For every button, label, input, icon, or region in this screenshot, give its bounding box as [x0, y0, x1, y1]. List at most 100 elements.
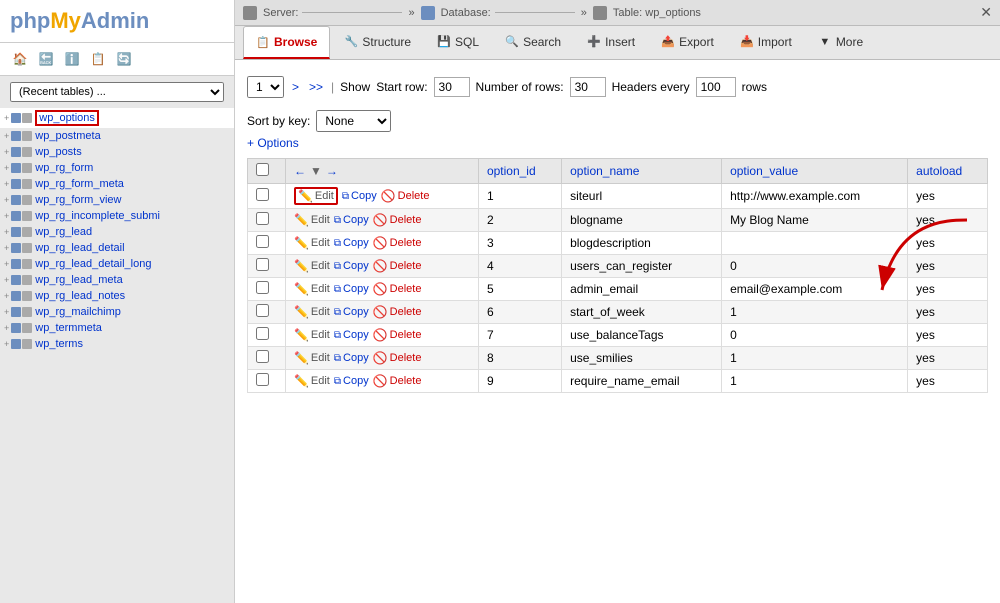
recent-tables-select[interactable]: (Recent tables) ...: [10, 82, 224, 102]
delete-button-2[interactable]: 🚫 Delete: [373, 213, 422, 227]
table-link-wp_rg_form_meta[interactable]: wp_rg_form_meta: [35, 178, 124, 190]
sidebar-item-wp_rg_lead_detail_long[interactable]: + wp_rg_lead_detail_long: [0, 256, 234, 272]
col-header-option-value[interactable]: option_value: [722, 159, 908, 184]
edit-button-1[interactable]: ✏️ Edit: [294, 187, 338, 205]
row-select-5[interactable]: [256, 281, 269, 294]
sidebar-item-wp_rg_form_view[interactable]: + wp_rg_form_view: [0, 192, 234, 208]
copy-button-3[interactable]: ⧉ Copy: [334, 237, 369, 249]
table-link-wp_termmeta[interactable]: wp_termmeta: [35, 322, 102, 334]
show-label: Show: [340, 80, 370, 94]
tab-structure[interactable]: 🔧 Structure: [332, 27, 423, 59]
copy-button-4[interactable]: ⧉ Copy: [334, 260, 369, 272]
table-link-wp_postmeta[interactable]: wp_postmeta: [35, 130, 100, 142]
edit-button-7[interactable]: ✏️ Edit: [294, 328, 330, 342]
sidebar-item-wp_terms[interactable]: + wp_terms: [0, 336, 234, 352]
sidebar-item-wp_rg_lead_detail[interactable]: + wp_rg_lead_detail: [0, 240, 234, 256]
sort-select[interactable]: None: [316, 110, 391, 132]
info-icon[interactable]: ℹ️: [62, 49, 82, 69]
delete-button-4[interactable]: 🚫 Delete: [373, 259, 422, 273]
table-link-wp_rg_lead_notes[interactable]: wp_rg_lead_notes: [35, 290, 125, 302]
table-link-wp_rg_lead_detail_long[interactable]: wp_rg_lead_detail_long: [35, 258, 151, 270]
copy-button-9[interactable]: ⧉ Copy: [334, 375, 369, 387]
sidebar-item-wp_posts[interactable]: + wp_posts: [0, 144, 234, 160]
refresh-icon[interactable]: 🔄: [114, 49, 134, 69]
edit-button-6[interactable]: ✏️ Edit: [294, 305, 330, 319]
tab-browse[interactable]: 📋 Browse: [243, 26, 330, 59]
copy-icon[interactable]: 📋: [88, 49, 108, 69]
sidebar-item-wp_postmeta[interactable]: + wp_postmeta: [0, 128, 234, 144]
edit-button-5[interactable]: ✏️ Edit: [294, 282, 330, 296]
col-sort-icon[interactable]: ▼: [310, 164, 322, 178]
copy-icon-btn-2: ⧉: [334, 215, 341, 226]
sidebar-item-wp_rg_lead_meta[interactable]: + wp_rg_lead_meta: [0, 272, 234, 288]
row-select-9[interactable]: [256, 373, 269, 386]
tab-sql[interactable]: 💾 SQL: [425, 27, 491, 59]
recent-tables-dropdown[interactable]: (Recent tables) ...: [10, 82, 224, 102]
copy-button-6[interactable]: ⧉ Copy: [334, 306, 369, 318]
select-all-checkbox[interactable]: [256, 163, 269, 176]
close-button[interactable]: ✕: [980, 4, 992, 21]
delete-button-6[interactable]: 🚫 Delete: [373, 305, 422, 319]
copy-button-2[interactable]: ⧉ Copy: [334, 214, 369, 226]
tab-export[interactable]: 📤 Export: [649, 27, 726, 59]
copy-button-7[interactable]: ⧉ Copy: [334, 329, 369, 341]
page-select[interactable]: 1: [247, 76, 284, 98]
sidebar-item-wp_rg_mailchimp[interactable]: + wp_rg_mailchimp: [0, 304, 234, 320]
sidebar-item-wp_rg_lead[interactable]: + wp_rg_lead: [0, 224, 234, 240]
tab-more[interactable]: ▼ More: [806, 27, 875, 59]
edit-button-3[interactable]: ✏️ Edit: [294, 236, 330, 250]
edit-button-2[interactable]: ✏️ Edit: [294, 213, 330, 227]
row-select-1[interactable]: [256, 188, 269, 201]
table-link-wp_posts[interactable]: wp_posts: [35, 146, 81, 158]
col-header-autoload[interactable]: autoload: [908, 159, 988, 184]
sidebar-item-wp_rg_lead_notes[interactable]: + wp_rg_lead_notes: [0, 288, 234, 304]
delete-button-8[interactable]: 🚫 Delete: [373, 351, 422, 365]
sidebar-item-wp_options[interactable]: + wp_options: [0, 108, 234, 128]
row-select-4[interactable]: [256, 258, 269, 271]
nav-next-button[interactable]: >: [290, 80, 301, 94]
table-link-wp_rg_form_view[interactable]: wp_rg_form_view: [35, 194, 121, 206]
tab-import[interactable]: 📥 Import: [728, 27, 804, 59]
table-link-wp_rg_lead_detail[interactable]: wp_rg_lead_detail: [35, 242, 124, 254]
copy-button-1[interactable]: ⧉ Copy: [342, 190, 377, 202]
sidebar-item-wp_termmeta[interactable]: + wp_termmeta: [0, 320, 234, 336]
nav-last-button[interactable]: >>: [307, 80, 325, 94]
home-icon[interactable]: 🏠: [10, 49, 30, 69]
table-link-wp_options[interactable]: wp_options: [35, 110, 99, 126]
row-select-8[interactable]: [256, 350, 269, 363]
col-header-option-name[interactable]: option_name: [562, 159, 722, 184]
options-link[interactable]: + Options: [247, 136, 299, 150]
row-select-2[interactable]: [256, 212, 269, 225]
copy-button-8[interactable]: ⧉ Copy: [334, 352, 369, 364]
num-rows-input[interactable]: [570, 77, 606, 97]
table-link-wp_rg_lead[interactable]: wp_rg_lead: [35, 226, 92, 238]
headers-input[interactable]: [696, 77, 736, 97]
table-link-wp_rg_form[interactable]: wp_rg_form: [35, 162, 93, 174]
start-row-input[interactable]: [434, 77, 470, 97]
row-select-6[interactable]: [256, 304, 269, 317]
col-nav-left[interactable]: ←: [294, 164, 306, 178]
delete-button-1[interactable]: 🚫 Delete: [381, 189, 430, 203]
table-link-wp_terms[interactable]: wp_terms: [35, 338, 83, 350]
edit-button-8[interactable]: ✏️ Edit: [294, 351, 330, 365]
table-link-wp_rg_mailchimp[interactable]: wp_rg_mailchimp: [35, 306, 121, 318]
edit-button-4[interactable]: ✏️ Edit: [294, 259, 330, 273]
copy-button-5[interactable]: ⧉ Copy: [334, 283, 369, 295]
tab-insert[interactable]: ➕ Insert: [575, 27, 647, 59]
delete-button-3[interactable]: 🚫 Delete: [373, 236, 422, 250]
delete-button-9[interactable]: 🚫 Delete: [373, 374, 422, 388]
delete-button-5[interactable]: 🚫 Delete: [373, 282, 422, 296]
col-header-option-id[interactable]: option_id: [478, 159, 561, 184]
tab-search[interactable]: 🔍 Search: [493, 27, 573, 59]
table-link-wp_rg_lead_meta[interactable]: wp_rg_lead_meta: [35, 274, 122, 286]
sidebar-item-wp_rg_form_meta[interactable]: + wp_rg_form_meta: [0, 176, 234, 192]
delete-button-7[interactable]: 🚫 Delete: [373, 328, 422, 342]
row-select-7[interactable]: [256, 327, 269, 340]
col-nav-right[interactable]: →: [326, 164, 338, 178]
table-link-wp_rg_incomplete_submi[interactable]: wp_rg_incomplete_submi: [35, 210, 160, 222]
sidebar-item-wp_rg_form[interactable]: + wp_rg_form: [0, 160, 234, 176]
edit-button-9[interactable]: ✏️ Edit: [294, 374, 330, 388]
back-icon[interactable]: 🔙: [36, 49, 56, 69]
sidebar-item-wp_rg_incomplete_submi[interactable]: + wp_rg_incomplete_submi: [0, 208, 234, 224]
row-select-3[interactable]: [256, 235, 269, 248]
